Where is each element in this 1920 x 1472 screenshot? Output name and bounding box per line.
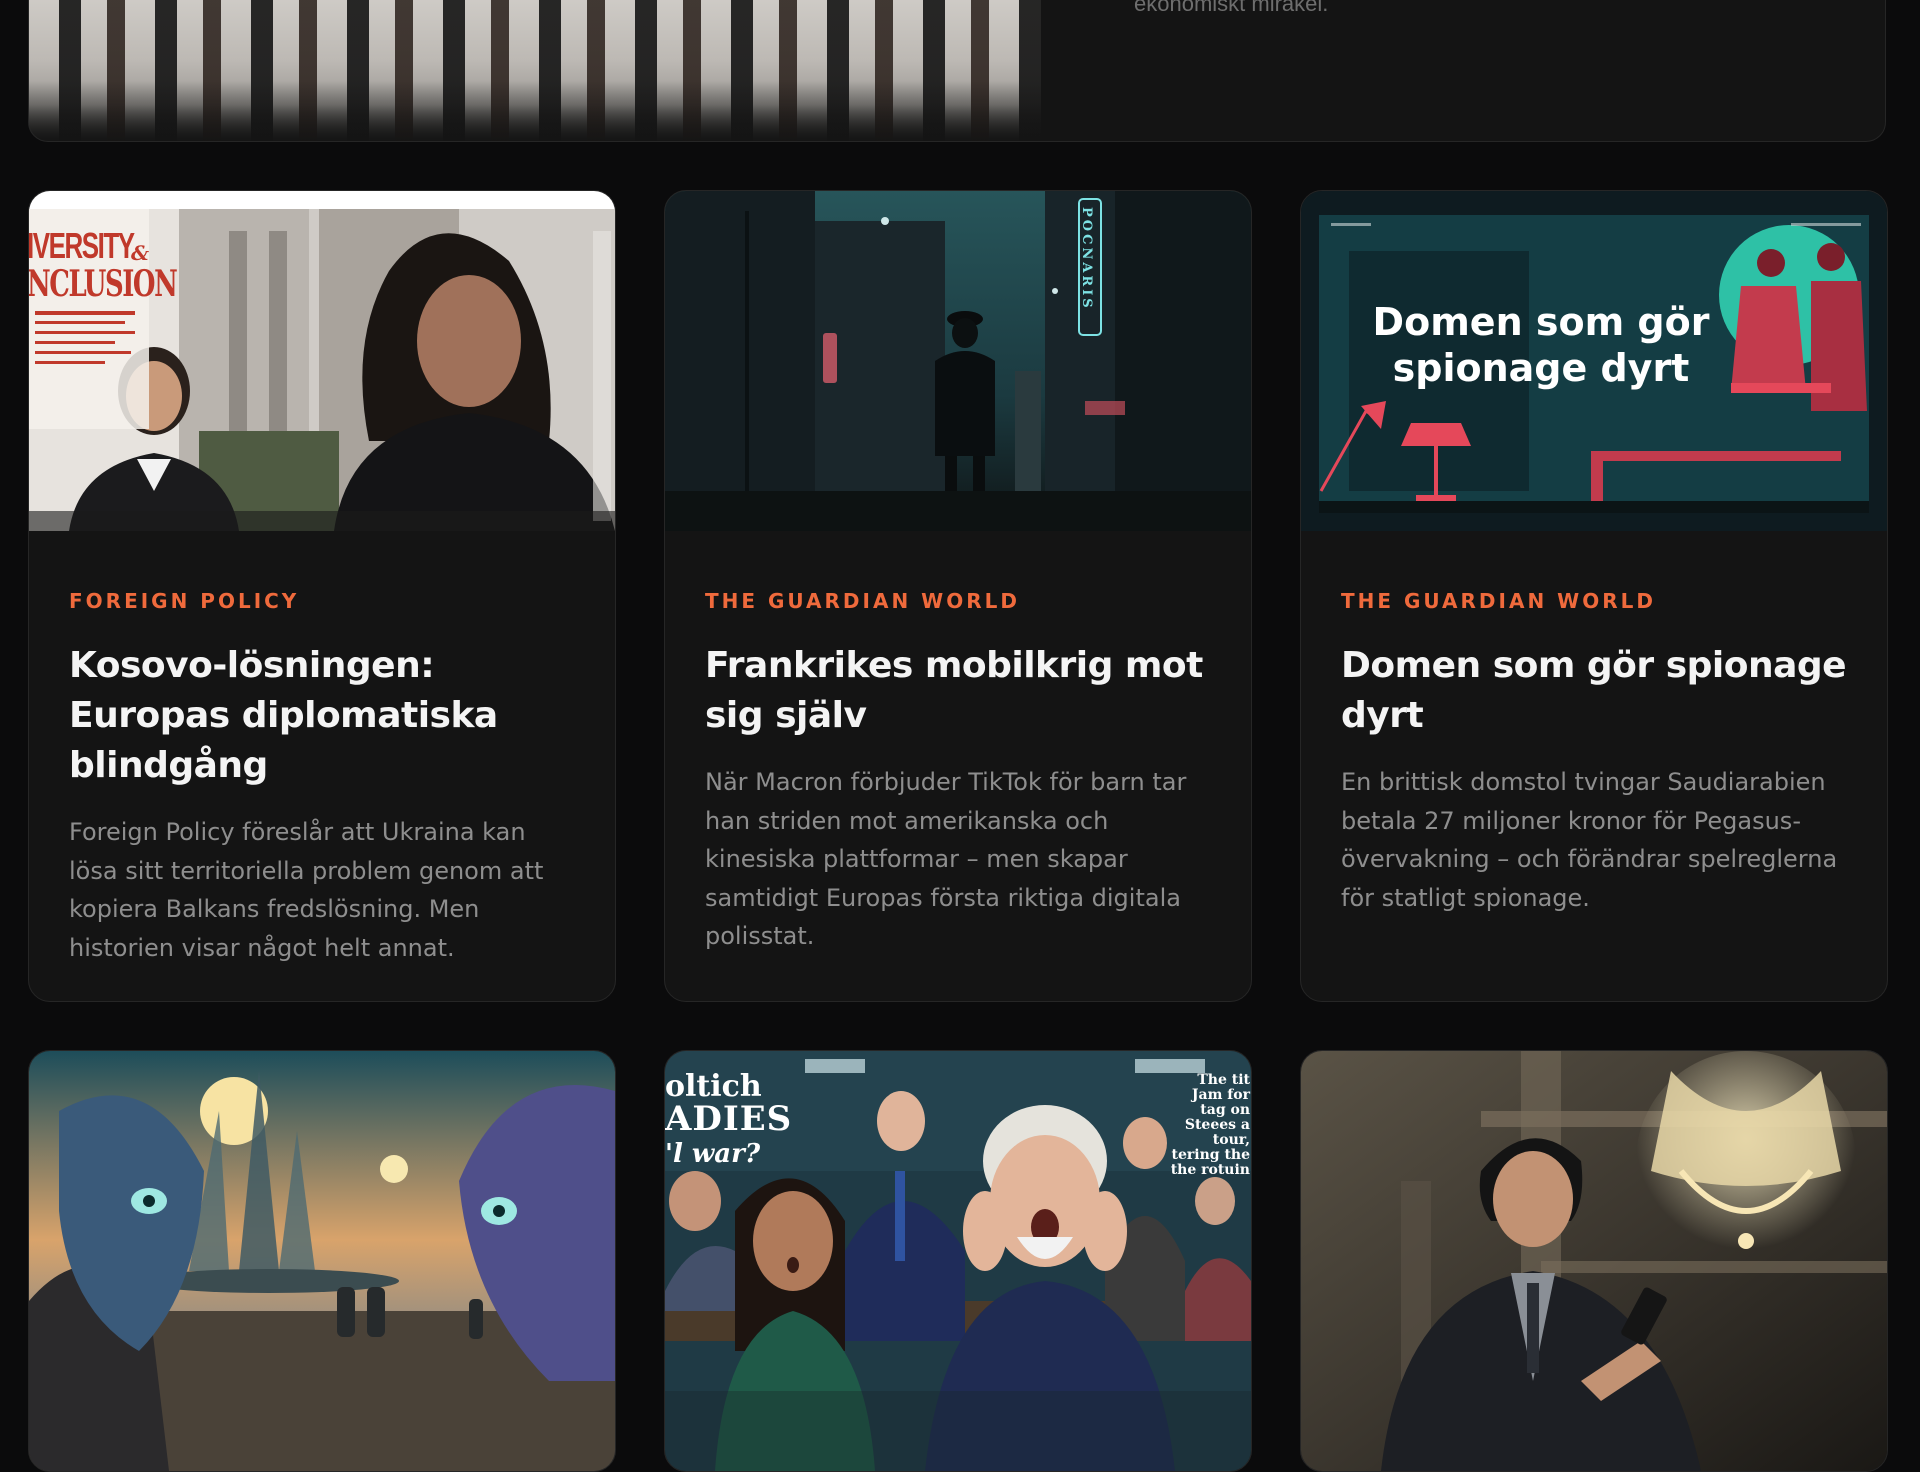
article-card[interactable]: oltich ADIES 'l war? The tit Jam for tag… [664,1050,1252,1472]
article-excerpt: När Macron förbjuder TikTok för barn tar… [705,768,1187,950]
article-card[interactable]: POCNARIS THE GUARDIAN WORLD Frankrikes m… [664,190,1252,1002]
article-card[interactable]: IVERSITY & NCLUSION FOREIGN POLICY Kosov… [28,190,616,1002]
article-excerpt: En brittisk domstol tvingar Saudiarabien… [1341,768,1838,912]
article-title[interactable]: Domen som gör spionage dyrt [1341,641,1851,741]
article-card[interactable]: Domen som gör spionage dyrt THE GUARDIAN… [1300,190,1888,1002]
article-image [29,1051,615,1471]
article-source: THE GUARDIAN WORLD [1341,589,1656,613]
featured-image-fade [29,81,1041,141]
cover-title-line3: 'l war? [665,1139,761,1169]
article-image [1301,1051,1887,1471]
article-source: FOREIGN POLICY [69,589,300,613]
article-source: THE GUARDIAN WORLD [705,589,1020,613]
cover-title-amp: & [131,241,150,265]
article-image: POCNARIS [665,191,1251,531]
neon-sign: POCNARIS [1079,207,1094,311]
article-image: IVERSITY & NCLUSION [29,191,615,531]
image-headline: Domen som gör spionage dyrt [1372,300,1710,390]
article-image: oltich ADIES 'l war? The tit Jam for tag… [665,1051,1251,1471]
article-card[interactable] [28,1050,616,1472]
cover-title-line2: ADIES [665,1099,793,1139]
article-title[interactable]: Frankrikes mobilkrig mot sig själv [705,641,1215,741]
article-title[interactable]: Kosovo-lösningen: Europas diplomatiska b… [69,641,579,791]
cover-title-line2: NCLUSION [29,263,178,305]
article-body: FOREIGN POLICY Kosovo-lösningen: Europas… [69,589,579,967]
article-excerpt: Foreign Policy föreslår att Ukraina kan … [69,818,544,962]
featured-article-card[interactable]: ekonomiskt mirakel. [28,0,1886,142]
article-body: THE GUARDIAN WORLD Frankrikes mobilkrig … [705,589,1215,956]
article-image: Domen som gör spionage dyrt [1301,191,1887,531]
article-body: THE GUARDIAN WORLD Domen som gör spionag… [1341,589,1851,917]
cover-title-line1: IVERSITY [29,225,135,266]
cover-side-text: The tit Jam for tag on Steees a tour, te… [1170,1072,1250,1178]
article-card[interactable] [1300,1050,1888,1472]
featured-article-excerpt: ekonomiskt mirakel. [1134,0,1329,16]
